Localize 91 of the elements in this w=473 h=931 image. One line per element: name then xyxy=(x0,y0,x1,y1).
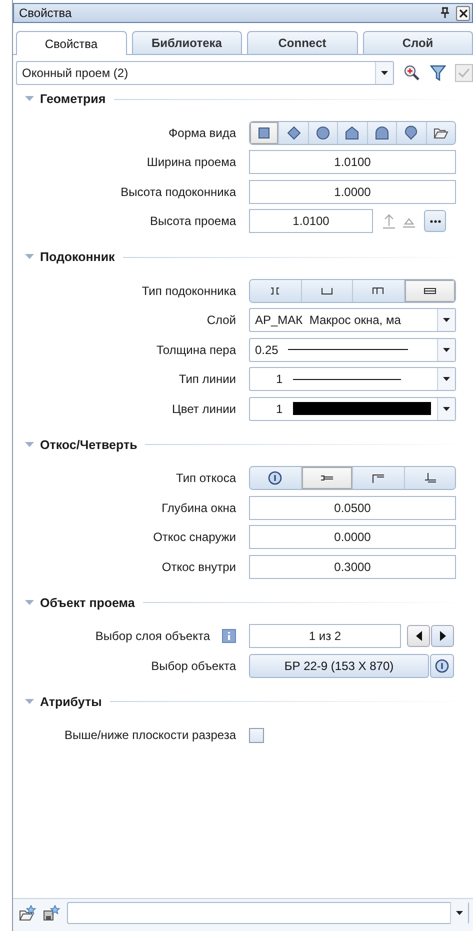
segment-button[interactable] xyxy=(300,467,352,490)
field-label: Ширина проема xyxy=(146,155,236,170)
segmented-control[interactable] xyxy=(249,120,456,145)
section-title: Подоконник xyxy=(40,250,115,264)
segment-button[interactable] xyxy=(404,467,455,490)
number-field[interactable]: 0.0000 xyxy=(249,525,456,550)
check-icon xyxy=(458,68,470,78)
segment-button[interactable] xyxy=(426,122,455,144)
number-field[interactable]: 1 из 2 xyxy=(249,624,401,648)
dropdown[interactable]: 1 xyxy=(249,396,456,421)
segment-button[interactable] xyxy=(278,122,308,144)
circle-icon xyxy=(315,124,332,141)
segmented-control[interactable] xyxy=(249,278,456,303)
diamond-icon xyxy=(286,124,302,141)
tab[interactable]: Connect xyxy=(247,31,358,54)
caret-icon xyxy=(443,348,450,352)
segment-button[interactable] xyxy=(250,467,300,490)
object-type-dropdown[interactable]: Оконный проем (2) xyxy=(16,61,394,85)
drop-icon xyxy=(403,124,420,141)
left-arrow-icon xyxy=(416,631,422,642)
dropdown[interactable]: 1 xyxy=(249,367,456,392)
field-label: Выбор слоя объекта xyxy=(95,629,210,644)
info-icon xyxy=(267,470,284,486)
info-icon xyxy=(434,658,450,674)
ellipsis-icon xyxy=(430,220,440,223)
segment-button[interactable] xyxy=(250,122,278,144)
caret-icon xyxy=(443,377,450,382)
dropdown[interactable]: АР_МАК Макрос окна, ма xyxy=(249,308,456,332)
square-icon xyxy=(256,124,272,141)
next-button[interactable] xyxy=(431,625,454,648)
tab[interactable]: Библиотека xyxy=(132,31,242,54)
checkbox[interactable] xyxy=(249,728,264,743)
field-label: Цвет линии xyxy=(172,402,236,416)
object-button[interactable]: БР 22-9 (153 X 870) xyxy=(249,654,429,678)
caret-icon xyxy=(381,71,388,75)
caret-icon xyxy=(443,318,450,322)
close-icon xyxy=(458,8,468,18)
segment-button[interactable] xyxy=(308,122,338,144)
house-icon xyxy=(344,124,360,141)
number-field[interactable]: 0.0500 xyxy=(249,496,456,520)
number-field[interactable]: 1.0000 xyxy=(249,180,456,204)
save-favorite-icon[interactable] xyxy=(43,905,61,921)
segment-button[interactable] xyxy=(352,467,404,490)
open-favorite-icon[interactable] xyxy=(19,905,37,921)
window-title: Свойства xyxy=(19,6,73,20)
tab[interactable]: Слой xyxy=(362,31,473,54)
arch-icon xyxy=(374,124,390,141)
field-label: Тип линии xyxy=(178,372,236,386)
field-label: Высота подоконника xyxy=(120,184,236,199)
number-field[interactable]: 1.0100 xyxy=(249,150,456,174)
field-label: Глубина окна xyxy=(162,500,236,515)
segment-button[interactable] xyxy=(337,122,367,144)
dropdown-value: АР_МАК Макрос окна, ма xyxy=(254,313,402,328)
field-label: Слой xyxy=(206,313,236,328)
segment-button[interactable] xyxy=(352,280,404,302)
segment-button[interactable] xyxy=(366,122,396,144)
segmented-control[interactable] xyxy=(249,466,456,490)
number-field[interactable]: 1.0100 xyxy=(249,209,373,234)
pin-icon[interactable] xyxy=(440,7,450,19)
previous-button[interactable] xyxy=(407,625,430,648)
section-title: Объект проема xyxy=(40,596,135,610)
field-label: Выбор объекта xyxy=(151,658,236,673)
dropdown-value: 1 xyxy=(275,372,283,386)
section-title: Откос/Четверть xyxy=(40,438,138,452)
dropdown[interactable]: 0.25 xyxy=(249,338,456,362)
field-label: Тип откоса xyxy=(176,471,236,486)
close-button[interactable] xyxy=(456,6,470,20)
more-button[interactable] xyxy=(424,210,446,232)
field-label: Толщина пера xyxy=(156,342,236,357)
field-label: Откос внутри xyxy=(162,560,236,574)
number-field[interactable]: 0.3000 xyxy=(249,554,456,579)
segment-button[interactable] xyxy=(396,122,426,144)
section-title: Атрибуты xyxy=(40,694,102,708)
dropdown-value: Оконный проем (2) xyxy=(21,66,130,80)
dropdown-value: 1 xyxy=(275,402,283,416)
field-label: Тип подоконника xyxy=(142,284,236,298)
dropdown-value: 0.25 xyxy=(254,342,278,357)
info-button[interactable] xyxy=(430,654,454,678)
field-label: Выше/ниже плоскости разреза xyxy=(64,728,236,742)
segment-button[interactable] xyxy=(404,280,455,302)
right-arrow-icon xyxy=(440,631,446,642)
caret-icon xyxy=(456,911,463,915)
section-title: Геометрия xyxy=(40,92,106,106)
field-label: Откос снаружи xyxy=(153,530,236,544)
filter-icon[interactable] xyxy=(430,64,446,82)
zoom-icon[interactable] xyxy=(403,64,422,82)
field-label: Форма вида xyxy=(168,126,236,140)
tab[interactable]: Свойства xyxy=(16,31,126,55)
info-icon[interactable] xyxy=(222,629,236,644)
caret-icon xyxy=(443,406,450,411)
field-label: Высота проема xyxy=(150,214,236,228)
